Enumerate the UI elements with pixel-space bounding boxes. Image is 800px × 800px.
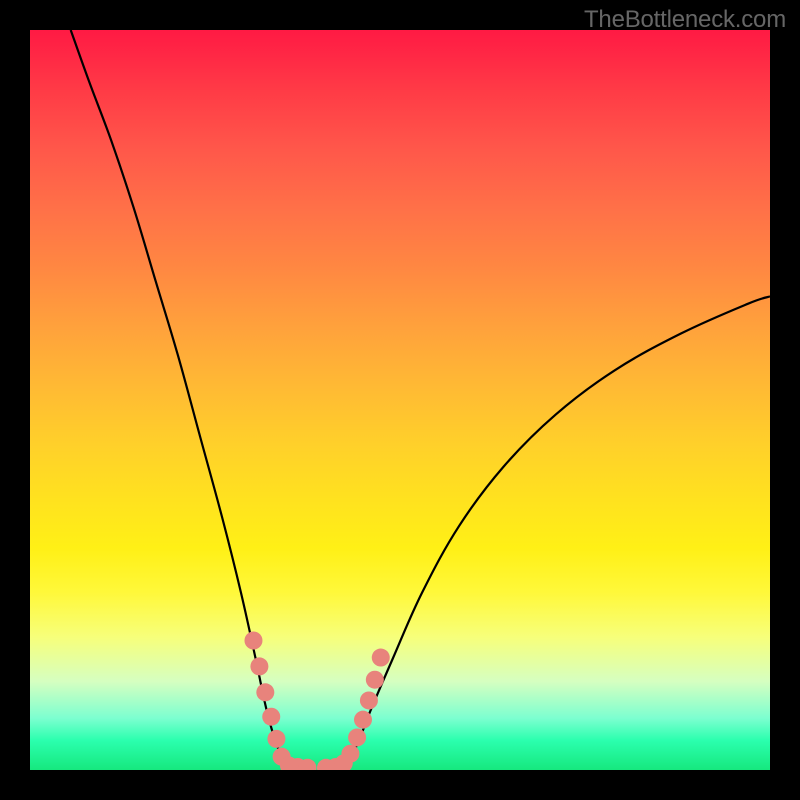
valley-marker [348, 728, 366, 746]
left-curve [71, 30, 289, 766]
plot-area [30, 30, 770, 770]
valley-marker [244, 632, 262, 650]
valley-marker [354, 711, 372, 729]
curve-layer [30, 30, 770, 770]
watermark-text: TheBottleneck.com [584, 6, 786, 34]
valley-marker [262, 708, 280, 726]
valley-marker [372, 649, 390, 667]
chart-frame: TheBottleneck.com [0, 0, 800, 800]
valley-marker [360, 691, 378, 709]
valley-marker [256, 683, 274, 701]
valley-marker [366, 671, 384, 689]
right-curve [341, 296, 770, 766]
valley-markers [244, 632, 389, 771]
valley-marker [341, 745, 359, 763]
valley-marker [267, 730, 285, 748]
valley-marker [250, 657, 268, 675]
